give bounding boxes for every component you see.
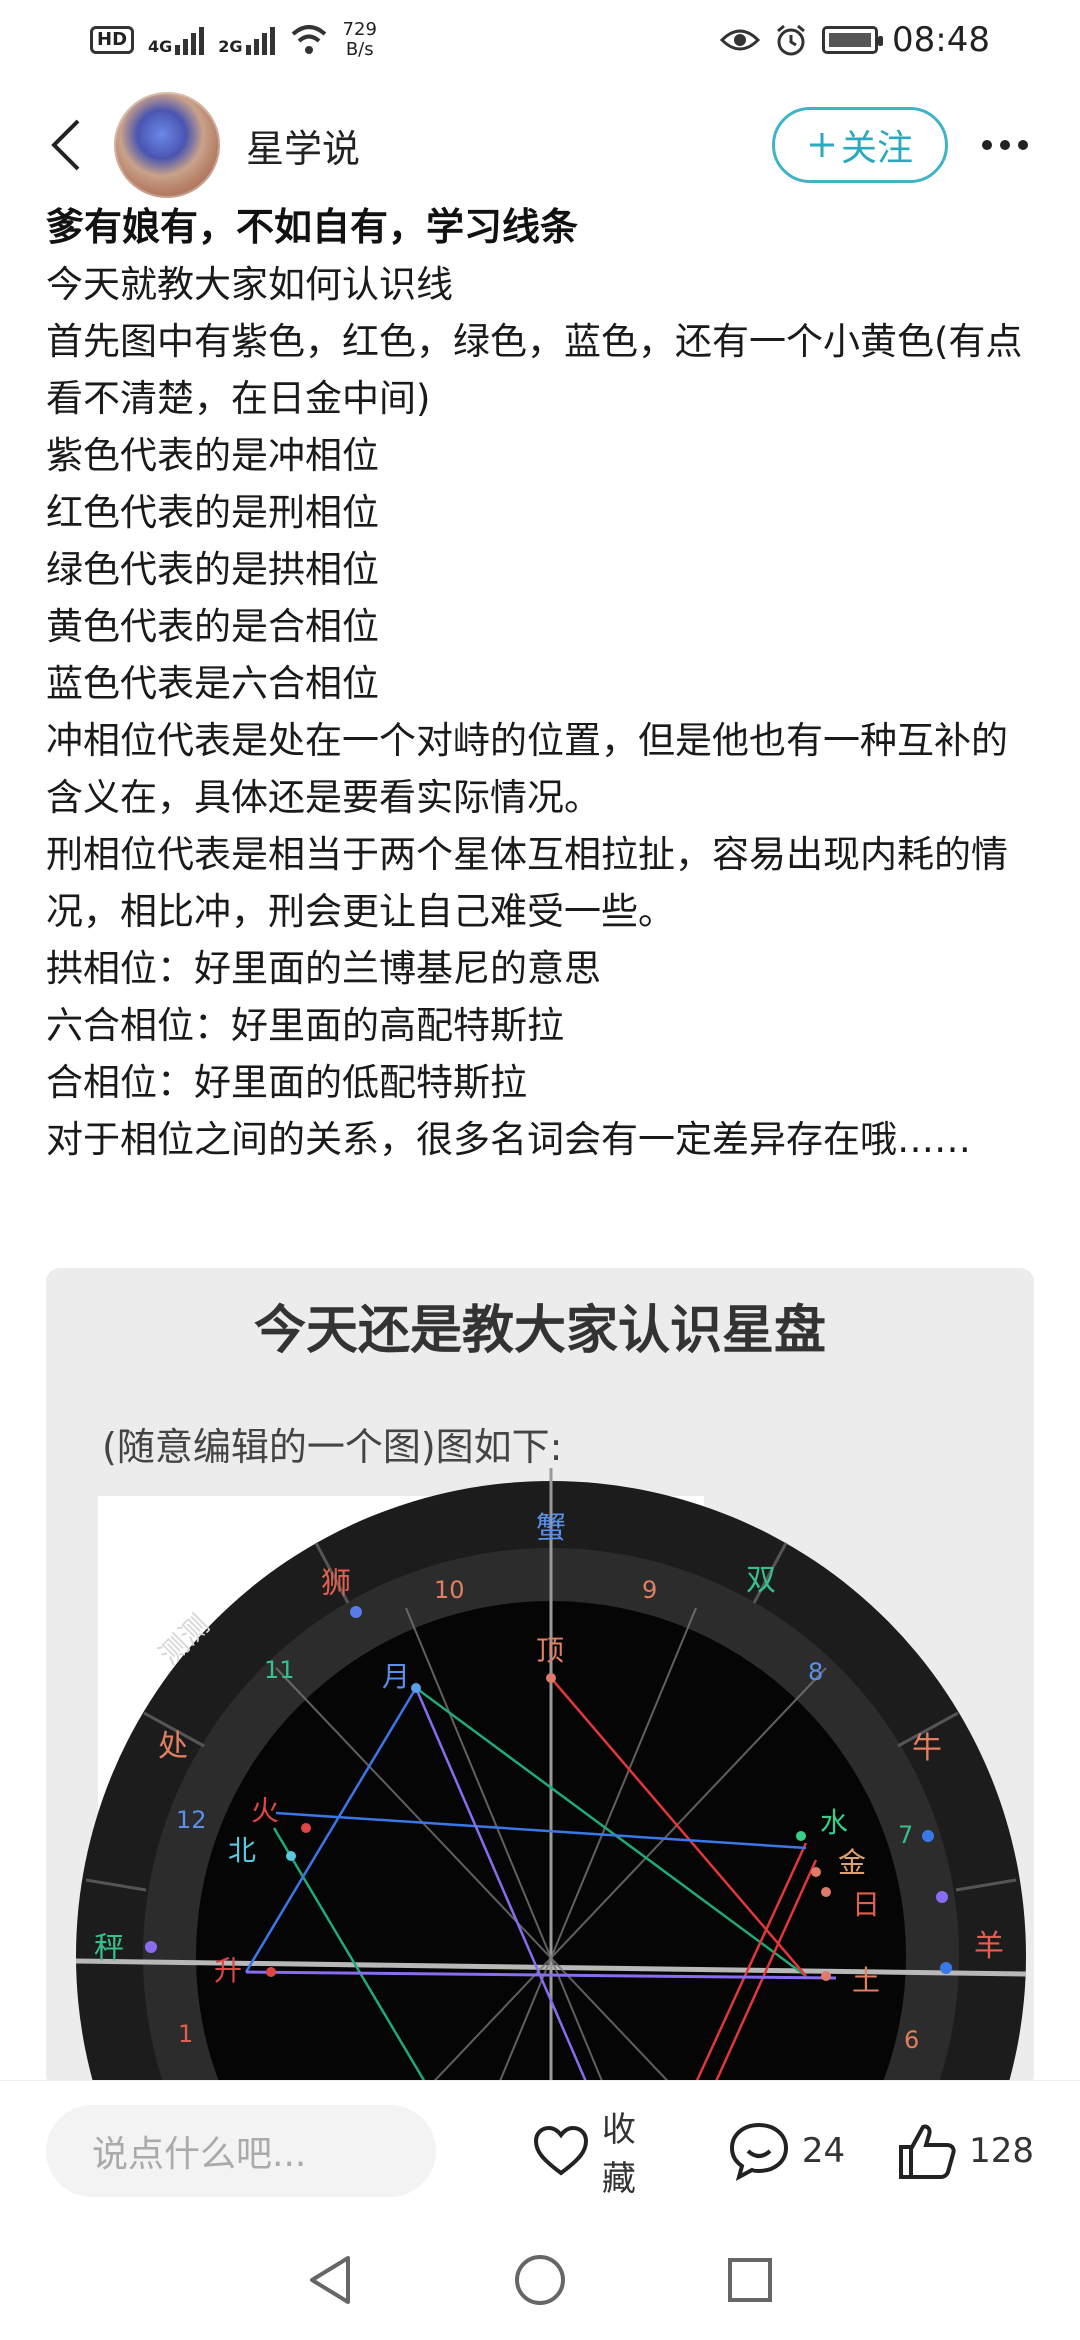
planet-mercury: 水 [820,1806,848,1839]
sign-virgo: 处 [158,1729,188,1764]
house-number: 8 [808,1658,823,1686]
post-image[interactable]: 今天还是教大家认识星盘 (随意编辑的一个图)图如下: 测测 蟹 狮 双 处 牛 … [46,1268,1034,2088]
house-number: 11 [264,1656,295,1684]
sim2-network-label: 2G [218,37,243,56]
follow-label: 关注 [840,128,913,169]
planet-mars: 火 [251,1794,279,1827]
post-paragraph: 对于相位之间的关系，很多名词会有一定差异存在哦…… [46,1118,971,1161]
post-paragraph: 黄色代表的是合相位 [46,605,379,648]
system-nav-bar [0,2220,1080,2340]
plus-icon [809,133,834,157]
sign-taurus: 牛 [912,1731,942,1766]
planet-ascendant: 升 [214,1954,242,1987]
status-right: 08:48 [720,20,990,60]
more-dots-icon [982,140,992,150]
nav-recents-button[interactable] [720,2250,780,2310]
wifi-icon [291,25,326,54]
post-paragraph: 首先图中有紫色，红色，绿色，蓝色，还有一个小黄色(有点看不清楚，在日金中间) [46,320,1023,420]
nav-back-icon [310,2256,350,2304]
sign-libra: 秤 [94,1931,124,1966]
sim1-network-label: 4G [148,37,173,56]
sign-gemini: 双 [746,1563,776,1598]
back-button[interactable] [40,105,90,185]
astrology-chart: 测测 蟹 狮 双 处 牛 秤 羊 10 9 11 8 12 7 1 6 顶 月 … [75,1468,1027,2088]
post-body: 今天就教大家如何认识线 首先图中有紫色，红色，绿色，蓝色，还有一个小黄色(有点看… [46,256,1036,1168]
house-number: 1 [178,2020,193,2048]
signal-icon [245,25,275,55]
favorite-button[interactable]: 收藏 [532,2102,670,2200]
sign-aries: 羊 [974,1929,1004,1964]
post-content: 爹有娘有，不如自有，学习线条 今天就教大家如何认识线 首先图中有紫色，红色，绿色… [46,198,1036,1168]
alarm-icon [777,24,805,56]
battery-icon [822,26,884,54]
net-speed-unit: B/s [345,39,374,60]
house-number: 6 [904,2026,919,2054]
favorite-label: 收藏 [601,2109,636,2199]
thumbs-up-icon [899,2124,956,2179]
post-paragraph: 刑相位代表是相当于两个星体互相拉扯，容易出现内耗的情况，相比冲，刑会更让自己难受… [46,833,1008,933]
house-number: 10 [434,1576,465,1604]
more-button[interactable] [970,115,1040,175]
like-button[interactable]: 128 [897,2121,1034,2181]
planet-saturn: 土 [852,1964,880,1997]
planet-sun: 日 [852,1888,880,1921]
house-number: 9 [642,1576,657,1604]
eye-icon [720,29,761,51]
post-paragraph: 红色代表的是刑相位 [46,491,379,534]
like-count: 128 [969,2130,1034,2171]
planet-midheaven: 顶 [536,1634,564,1667]
nav-home-icon [515,2255,565,2305]
post-paragraph: 今天就教大家如何认识线 [46,263,453,306]
post-paragraph: 绿色代表的是拱相位 [46,548,379,591]
post-paragraph: 拱相位：好里面的兰博基尼的意思 [46,947,601,990]
sim2-group: 2G [218,25,275,56]
hd-badge: HD [90,26,135,54]
chevron-left-icon [51,119,80,171]
bottom-action-bar: 说点什么吧... 收藏 24 128 [0,2080,1080,2220]
follow-button[interactable]: 关注 [772,107,948,183]
nav-recents-icon [728,2258,772,2302]
comment-bubble-icon [729,2122,788,2181]
nav-back-button[interactable] [300,2250,360,2310]
status-left: HD 4G 2G 729 B/s [90,20,377,60]
post-paragraph: 蓝色代表是六合相位 [46,662,379,705]
status-bar: HD 4G 2G 729 B/s 08:48 [0,0,1080,80]
house-number: 7 [898,1821,913,1849]
heart-icon [533,2125,588,2175]
post-paragraph: 紫色代表的是冲相位 [46,434,379,477]
post-paragraph: 六合相位：好里面的高配特斯拉 [46,1004,564,1047]
post-paragraph: 合相位：好里面的低配特斯拉 [46,1061,527,1104]
comment-count: 24 [801,2130,846,2171]
author-avatar[interactable] [114,92,220,198]
planet-venus: 金 [838,1846,866,1879]
house-number: 12 [176,1806,207,1834]
comment-button[interactable]: 24 [728,2121,845,2181]
post-header: 星学说 关注 [0,85,1080,205]
nav-home-button[interactable] [510,2250,570,2310]
planet-moon: 月 [382,1660,410,1693]
planet-north-node: 北 [228,1834,256,1867]
signal-icon [175,25,205,55]
comment-input[interactable]: 说点什么吧... [46,2104,436,2197]
clock: 08:48 [892,20,990,60]
author-name[interactable]: 星学说 [246,118,360,173]
net-speed-value: 729 [342,19,377,40]
post-title: 爹有娘有，不如自有，学习线条 [46,205,579,249]
net-speed: 729 B/s [343,20,377,60]
sim1-group: 4G [148,25,205,56]
sign-leo: 狮 [321,1566,351,1601]
post-paragraph: 冲相位代表是处在一个对峙的位置，但是他也有一种互补的含义在，具体还是要看实际情况… [46,719,1008,819]
sign-cancer: 蟹 [536,1511,566,1546]
